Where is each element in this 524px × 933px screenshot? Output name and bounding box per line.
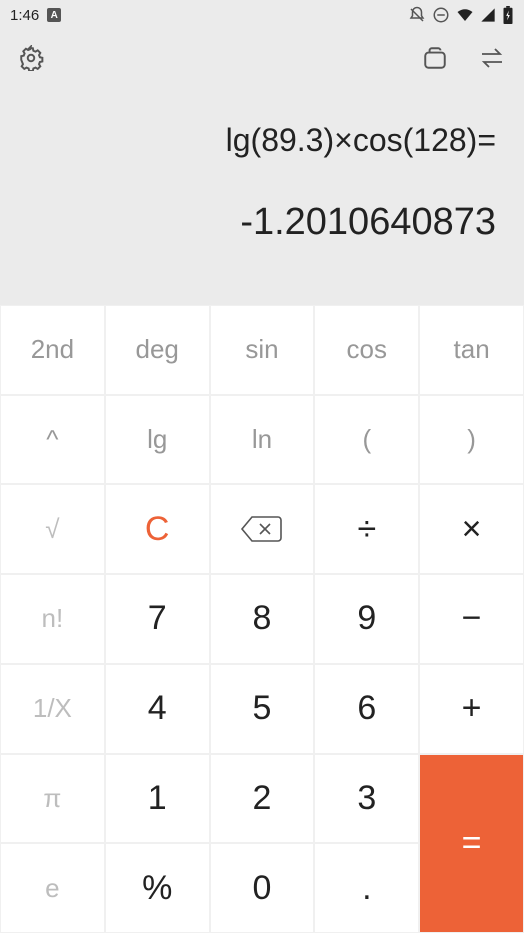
key-sin[interactable]: sin <box>210 305 315 395</box>
wifi-icon <box>456 6 474 24</box>
key-cos[interactable]: cos <box>314 305 419 395</box>
key-deg[interactable]: deg <box>105 305 210 395</box>
key-lg[interactable]: lg <box>105 395 210 485</box>
result-text: -1.2010640873 <box>240 201 496 244</box>
key-sqrt[interactable]: √ <box>0 484 105 574</box>
key-power[interactable]: ^ <box>0 395 105 485</box>
swap-button[interactable] <box>478 47 506 74</box>
key-factorial[interactable]: n! <box>0 574 105 664</box>
swap-icon <box>478 47 506 69</box>
key-backspace[interactable] <box>210 484 315 574</box>
toolbar <box>0 30 524 90</box>
key-2nd[interactable]: 2nd <box>0 305 105 395</box>
signal-icon <box>480 7 496 23</box>
key-e[interactable]: e <box>0 843 105 933</box>
key-6[interactable]: 6 <box>314 664 419 754</box>
key-5[interactable]: 5 <box>210 664 315 754</box>
key-percent[interactable]: % <box>105 843 210 933</box>
key-tan[interactable]: tan <box>419 305 524 395</box>
key-divide[interactable]: ÷ <box>314 484 419 574</box>
notifications-off-icon <box>408 6 426 24</box>
key-1[interactable]: 1 <box>105 754 210 844</box>
key-0[interactable]: 0 <box>210 843 315 933</box>
key-rparen[interactable]: ) <box>419 395 524 485</box>
status-left: 1:46 A <box>10 7 61 24</box>
key-equals[interactable]: = <box>419 754 524 933</box>
key-2[interactable]: 2 <box>210 754 315 844</box>
key-lparen[interactable]: ( <box>314 395 419 485</box>
key-3[interactable]: 3 <box>314 754 419 844</box>
keypad: 2nd deg sin cos tan ^ lg ln ( ) √ C ÷ × … <box>0 305 524 933</box>
key-dot[interactable]: . <box>314 843 419 933</box>
battery-charging-icon <box>502 6 514 24</box>
gear-icon <box>18 45 44 71</box>
dnd-icon <box>432 6 450 24</box>
key-8[interactable]: 8 <box>210 574 315 664</box>
key-9[interactable]: 9 <box>314 574 419 664</box>
window-button[interactable] <box>422 45 448 76</box>
key-reciprocal[interactable]: 1/X <box>0 664 105 754</box>
expression-text: lg(89.3)×cos(128)= <box>226 122 496 159</box>
key-ln[interactable]: ln <box>210 395 315 485</box>
status-bar: 1:46 A <box>0 0 524 30</box>
key-minus[interactable]: − <box>419 574 524 664</box>
key-clear[interactable]: C <box>105 484 210 574</box>
key-7[interactable]: 7 <box>105 574 210 664</box>
window-icon <box>422 45 448 71</box>
settings-button[interactable] <box>18 45 44 76</box>
key-multiply[interactable]: × <box>419 484 524 574</box>
status-time: 1:46 <box>10 7 39 24</box>
backspace-icon <box>240 515 284 543</box>
status-badge: A <box>47 8 61 22</box>
display-area: lg(89.3)×cos(128)= -1.2010640873 <box>0 90 524 305</box>
key-pi[interactable]: π <box>0 754 105 844</box>
key-4[interactable]: 4 <box>105 664 210 754</box>
status-right <box>408 6 514 24</box>
key-plus[interactable]: + <box>419 664 524 754</box>
